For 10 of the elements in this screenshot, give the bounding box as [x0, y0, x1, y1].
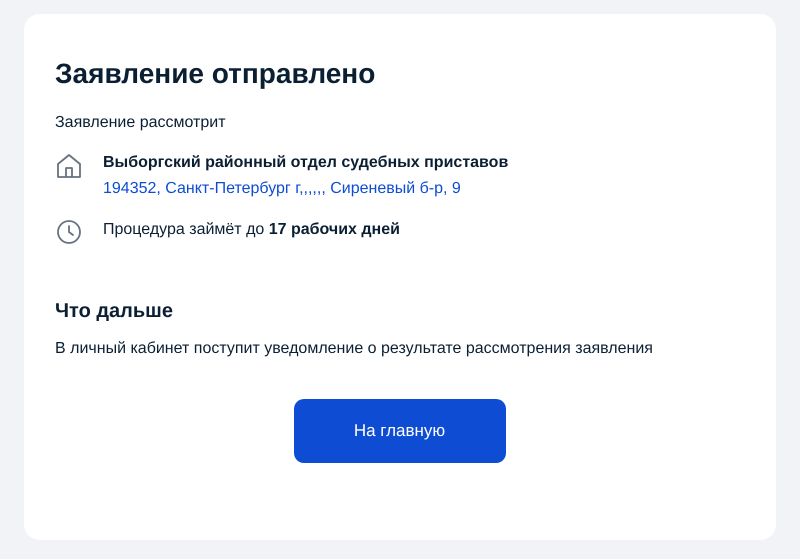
next-text: В личный кабинет поступит уведомление о результате рассмотрения заявления	[55, 339, 654, 359]
clock-icon	[55, 218, 83, 246]
house-icon	[55, 152, 83, 180]
duration-text: Процедура займёт до 17 рабочих дней	[103, 220, 400, 239]
office-name: Выборгский районный отдел судебных приставов	[103, 154, 508, 172]
office-address-link[interactable]: 194352, Санкт-Петербург г,,,,,, Сиреневый б-р, 9	[103, 180, 508, 198]
reviewer-label: Заявление рассмотрит	[55, 114, 227, 132]
next-heading: Что дальше	[55, 300, 174, 323]
home-button[interactable]: На главную	[294, 399, 506, 463]
page-title: Заявление отправлено	[55, 58, 376, 90]
